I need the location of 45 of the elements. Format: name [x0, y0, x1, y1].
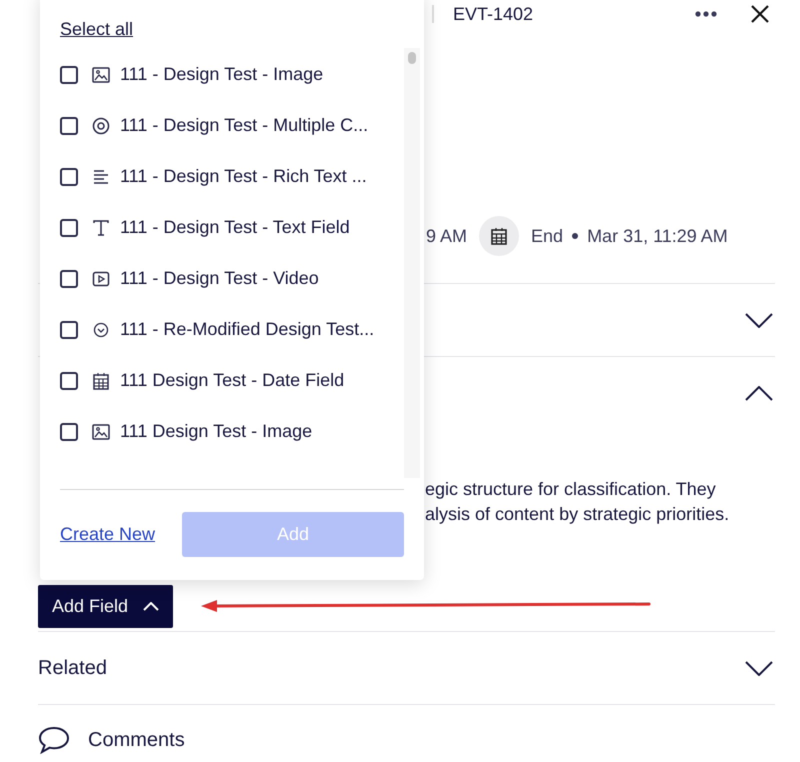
chevron-down-icon[interactable] [745, 312, 773, 328]
speech-bubble-icon [38, 726, 70, 754]
image-icon [92, 66, 110, 84]
end-date-text: Mar 31, 11:29 AM [587, 224, 728, 248]
record-title: EVT-1402 [453, 2, 534, 26]
field-option[interactable]: 111 Design Test - Date Field [120, 367, 344, 394]
field-option[interactable]: 111 - Design Test - Multiple C... [120, 112, 368, 139]
field-option[interactable]: 111 - Design Test - Video [120, 265, 319, 292]
start-date-text: 9 AM [426, 224, 468, 248]
field-option[interactable]: 111 - Re-Modified Design Test... [120, 316, 374, 343]
chevron-down-icon[interactable] [745, 660, 773, 676]
checkbox[interactable] [60, 66, 78, 84]
checkbox[interactable] [60, 218, 78, 236]
field-option[interactable]: 111 - Design Test - Image [120, 61, 324, 88]
more-icon[interactable] [695, 11, 717, 17]
field-option[interactable]: 111 - Design Test - Text Field [120, 214, 350, 241]
scrollbar[interactable] [404, 48, 420, 478]
image-icon [92, 422, 110, 440]
field-option[interactable]: 111 Design Test - Image [120, 418, 312, 445]
end-date-label: End [531, 224, 564, 248]
checkbox[interactable] [60, 422, 78, 440]
field-option[interactable]: 111 - Design Test - Rich Text ... [120, 163, 367, 190]
select-all-link[interactable]: Select all [60, 16, 134, 43]
checkbox[interactable] [60, 320, 78, 338]
chevron-circle-icon [92, 320, 110, 338]
checkbox[interactable] [60, 372, 78, 390]
calendar-icon [491, 227, 508, 245]
close-icon[interactable] [751, 5, 769, 23]
add-field-button[interactable]: Add Field [38, 585, 174, 628]
radio-icon [92, 116, 110, 134]
calendar-icon [92, 372, 110, 390]
separator-dot [572, 233, 578, 239]
section-title: Related [38, 656, 107, 681]
checkbox[interactable] [60, 168, 78, 186]
chevron-up-icon[interactable] [745, 386, 773, 400]
text-lines-icon [92, 168, 110, 186]
checkbox[interactable] [60, 270, 78, 288]
description-text: egic structure for classification. They [425, 478, 717, 501]
description-text: alysis of content by strategic priorities. [425, 503, 730, 526]
create-new-link[interactable]: Create New [60, 521, 156, 548]
play-icon [92, 270, 110, 288]
comments-title: Comments [88, 728, 185, 752]
text-t-icon [92, 218, 110, 236]
checkbox[interactable] [60, 116, 78, 134]
calendar-button[interactable] [479, 216, 520, 256]
